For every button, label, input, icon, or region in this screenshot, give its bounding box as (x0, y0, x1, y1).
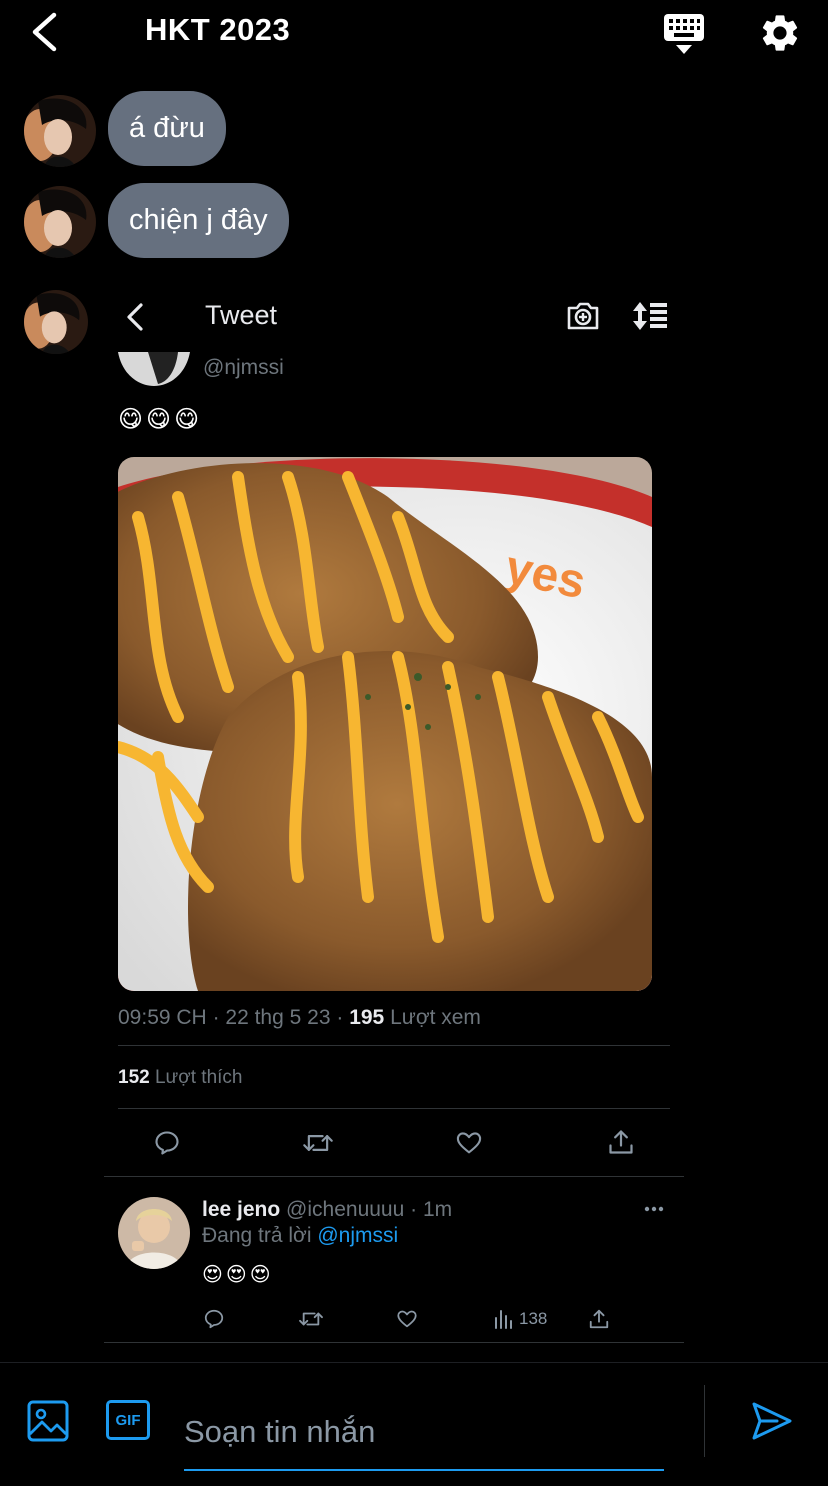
comment-icon (204, 1309, 224, 1329)
retweet-icon (299, 1312, 323, 1326)
replying-prefix: Đang trả lời (202, 1224, 312, 1247)
avatar[interactable] (24, 95, 96, 167)
heart-eyes-emoji: 😍 (249, 1264, 271, 1286)
author-avatar[interactable] (118, 352, 190, 386)
share-icon (609, 1130, 633, 1154)
send-button[interactable] (751, 1401, 793, 1441)
meta-separator: · (212, 1006, 220, 1029)
heart-eyes-emoji: 😍 (225, 1264, 247, 1286)
camera-button[interactable] (566, 300, 600, 332)
views-label: Lượt xem (390, 1006, 481, 1029)
author-handle[interactable]: @njmssi (203, 356, 284, 380)
keyboard-button[interactable] (662, 12, 706, 56)
likes-label: Lượt thích (154, 1067, 243, 1088)
more-horizontal-icon (644, 1206, 664, 1212)
sort-button[interactable] (632, 300, 668, 332)
reply-time: 1m (422, 1198, 453, 1221)
heart-icon (456, 1132, 482, 1154)
yum-emoji: 😋 (174, 406, 200, 433)
yum-emoji: 😋 (118, 406, 144, 433)
photo-button[interactable] (27, 1400, 69, 1442)
chevron-left-icon (32, 12, 57, 52)
settings-button[interactable] (758, 11, 802, 55)
tweet-back-button[interactable] (124, 302, 146, 332)
meta-separator: · (410, 1198, 418, 1221)
retweet-button[interactable] (302, 1129, 334, 1157)
gif-button[interactable]: GIF (106, 1400, 150, 1440)
comment-icon (155, 1131, 179, 1155)
reply-display-name[interactable]: lee jeno (202, 1198, 280, 1221)
composer-divider (704, 1385, 705, 1457)
send-icon (752, 1402, 792, 1440)
reply-share-button[interactable] (588, 1308, 610, 1330)
reply-like-button[interactable] (396, 1308, 418, 1330)
divider (118, 1108, 670, 1109)
chevron-left-icon (127, 303, 143, 331)
gif-label: GIF (115, 1411, 141, 1429)
analytics-icon (495, 1310, 512, 1329)
avatar[interactable] (24, 186, 96, 258)
views-count: 195 (349, 1006, 385, 1029)
replying-to-handle[interactable]: @njmssi (317, 1224, 398, 1247)
retweet-icon (303, 1135, 333, 1151)
like-button[interactable] (455, 1129, 483, 1157)
reply-handle[interactable]: @ichenuuuu (286, 1198, 404, 1221)
tweet-photo[interactable]: yes (118, 457, 652, 991)
message-input[interactable] (184, 1395, 664, 1471)
back-button[interactable] (28, 12, 62, 52)
reply-views-count: 138 (519, 1309, 548, 1328)
sort-icon (633, 302, 667, 330)
tweet-meta: 09:59 CH · 22 thg 5 23 · 195 Lượt xem (118, 1006, 481, 1030)
share-icon (589, 1309, 609, 1329)
message-bubble[interactable]: á đừu (108, 91, 226, 166)
image-icon (27, 1400, 69, 1442)
replying-to: Đang trả lời @njmssi (202, 1224, 398, 1248)
tweet-date: 22 thg 5 23 (225, 1006, 331, 1029)
reply-retweet-button[interactable] (298, 1308, 324, 1330)
reply-views-button[interactable]: 138 (493, 1308, 547, 1330)
more-options-button[interactable] (644, 1204, 664, 1214)
tweet-screen-title: Tweet (205, 300, 278, 330)
likes-count: 152 (118, 1067, 150, 1088)
heart-eyes-emoji: 😍 (202, 1264, 223, 1286)
heart-icon (397, 1310, 417, 1328)
message-bubble[interactable]: chiện j đây (108, 183, 289, 258)
share-button[interactable] (607, 1128, 635, 1156)
divider (118, 1045, 670, 1046)
gear-icon (762, 15, 798, 51)
keyboard-icon (664, 14, 704, 54)
conversation-title: HKT 2023 (145, 12, 291, 47)
reply-header: lee jeno @ichenuuuu · 1m (202, 1198, 452, 1222)
meta-separator: · (336, 1006, 344, 1029)
divider (104, 1342, 684, 1343)
divider (104, 1176, 684, 1177)
reply-avatar[interactable] (118, 1197, 190, 1269)
yum-emoji: 😋 (146, 406, 172, 433)
reply-text: 😍 😍 😍 (202, 1262, 271, 1287)
reply-button[interactable] (153, 1129, 181, 1157)
tweet-time: 09:59 CH (118, 1006, 207, 1029)
tweet-text: 😋 😋 😋 (118, 405, 199, 434)
likes-summary[interactable]: 152 Lượt thích (118, 1067, 242, 1089)
camera-plus-icon (567, 302, 599, 330)
avatar[interactable] (24, 290, 88, 354)
reply-reply-button[interactable] (203, 1308, 225, 1330)
